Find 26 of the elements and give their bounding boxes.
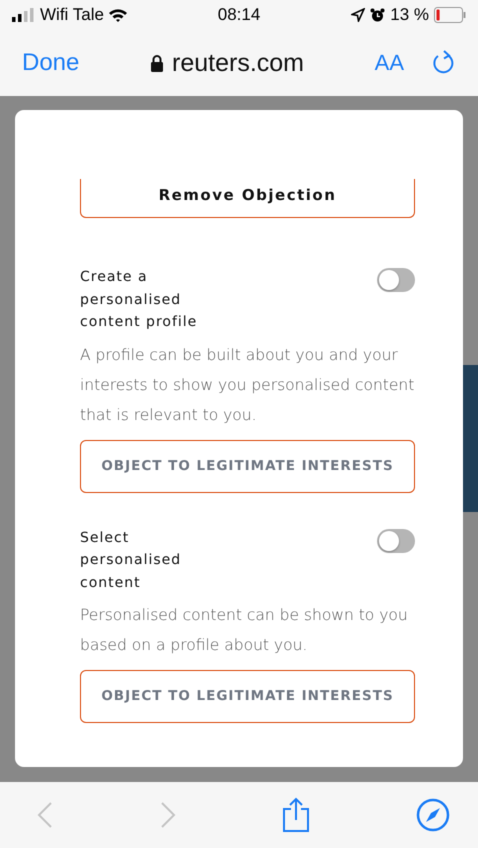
purpose-description: Personalised content can be shown to you based on a profile about you. <box>80 605 409 656</box>
purpose-title: Create a personalised content profile <box>80 268 198 332</box>
object-button[interactable]: OBJECT TO LEGITIMATE INTERESTS <box>80 670 415 723</box>
location-arrow-icon <box>351 8 366 22</box>
battery-percentage: 13 % <box>390 5 430 25</box>
purpose-title: Select personalised content <box>80 528 182 592</box>
lock-icon <box>150 54 164 72</box>
remove-objection-button[interactable]: Remove Objection <box>80 179 415 218</box>
purpose-description: A profile can be built about you and your interests to show you personalised content that is relevant to you. <box>80 344 415 426</box>
text-size-button[interactable]: AA <box>374 50 404 76</box>
forward-button[interactable] <box>158 801 177 829</box>
carrier-name: Wifi Tale <box>40 5 104 25</box>
page-domain: reuters.com <box>172 48 304 78</box>
battery-icon <box>434 7 466 23</box>
back-button[interactable] <box>36 801 54 829</box>
alarm-clock-icon <box>370 8 386 22</box>
purpose-toggle[interactable] <box>377 268 415 292</box>
object-button[interactable]: OBJECT TO LEGITIMATE INTERESTS <box>80 440 415 492</box>
compass-button[interactable] <box>416 798 450 832</box>
share-button[interactable] <box>281 797 312 833</box>
signal-icon <box>12 8 36 22</box>
purpose-toggle[interactable] <box>377 528 415 552</box>
reload-button[interactable] <box>432 50 456 76</box>
done-button[interactable]: Done <box>22 49 80 77</box>
clock: 08:14 <box>218 5 260 25</box>
wifi-icon <box>108 8 128 22</box>
